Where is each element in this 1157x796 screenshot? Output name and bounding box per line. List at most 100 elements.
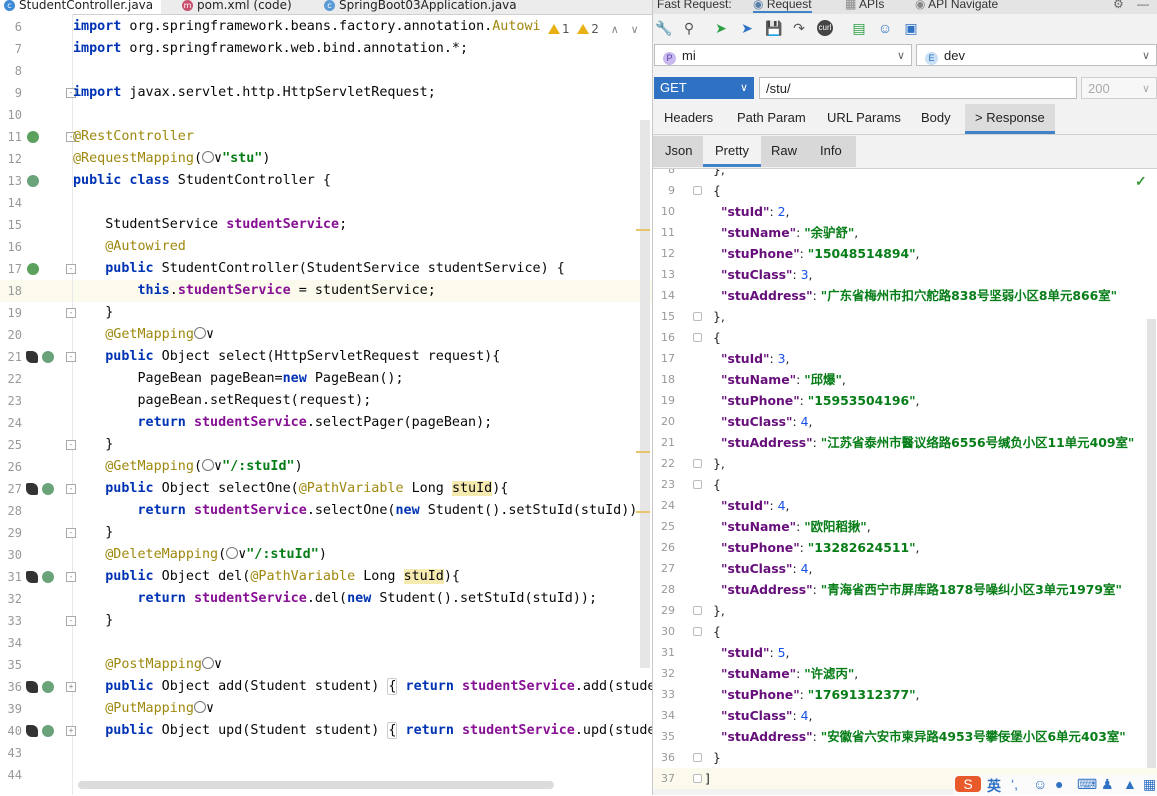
code-line[interactable]: return studentService.selectOne(new Stud… bbox=[73, 500, 652, 522]
emoji-icon[interactable]: ☺ bbox=[1033, 776, 1047, 792]
tab-response[interactable]: > Response bbox=[965, 104, 1055, 134]
code-line[interactable]: } bbox=[73, 434, 652, 456]
response-line[interactable]: 28 "stuAddress": "青海省西宁市屏库路1878号噪纠小区3单元19… bbox=[653, 579, 1157, 600]
code-line[interactable]: @PutMapping ∨ bbox=[73, 698, 652, 720]
chevron-up-icon[interactable]: ∧ bbox=[611, 23, 619, 36]
tab-path-param[interactable]: Path Param bbox=[727, 104, 816, 134]
code-line[interactable]: @PostMapping ∨ bbox=[73, 654, 652, 676]
tab-url-params[interactable]: URL Params bbox=[817, 104, 911, 134]
fold-icon[interactable] bbox=[693, 459, 702, 468]
tab-pom-xml[interactable]: m pom.xml (code) bbox=[182, 0, 292, 14]
sogou-logo-icon[interactable]: S bbox=[955, 776, 981, 792]
code-editor[interactable]: c StudentController.java m pom.xml (code) … bbox=[0, 0, 652, 795]
fold-icon[interactable] bbox=[693, 606, 702, 615]
redo-icon[interactable]: ↷ bbox=[791, 20, 807, 36]
response-line[interactable]: 36} bbox=[653, 747, 1157, 768]
shirt-icon[interactable]: ▲ bbox=[1123, 776, 1137, 792]
fold-icon[interactable] bbox=[693, 753, 702, 762]
project-select[interactable]: Pmi ∨ bbox=[654, 44, 912, 66]
code-line[interactable] bbox=[73, 192, 652, 214]
code-line[interactable]: this.studentService = studentService; bbox=[73, 280, 652, 302]
punctuation-icon[interactable]: ‘, bbox=[1011, 776, 1018, 792]
response-line[interactable]: 34 "stuClass": 4, bbox=[653, 705, 1157, 726]
code-line[interactable]: @Autowired bbox=[73, 236, 652, 258]
code-line[interactable]: import org.springframework.web.bind.anno… bbox=[73, 38, 652, 60]
microphone-icon[interactable]: ● bbox=[1055, 776, 1063, 792]
editor-vertical-scrollbar[interactable] bbox=[640, 120, 650, 668]
code-line[interactable]: public Object selectOne(@PathVariable Lo… bbox=[73, 478, 652, 500]
chevron-down-icon[interactable]: ∨ bbox=[631, 23, 639, 36]
response-line[interactable]: 33 "stuPhone": "17691312377", bbox=[653, 684, 1157, 705]
response-line[interactable]: 20 "stuClass": 4, bbox=[653, 411, 1157, 432]
inspection-widget[interactable]: 1 2 ∧ ∨ bbox=[548, 22, 639, 36]
response-line[interactable]: 24 "stuId": 4, bbox=[653, 495, 1157, 516]
keyboard-icon[interactable]: ⌨ bbox=[1077, 776, 1097, 793]
curl-icon[interactable]: curl bbox=[817, 20, 833, 36]
code-line[interactable]: } bbox=[73, 610, 652, 632]
rocket-icon[interactable] bbox=[26, 483, 38, 495]
code-line[interactable]: @GetMapping ∨ bbox=[73, 324, 652, 346]
status-select[interactable]: 200 ∨ bbox=[1081, 77, 1157, 99]
wrench-icon[interactable]: 🔧 bbox=[655, 20, 672, 36]
code-line[interactable]: @DeleteMapping(∨"/:stuId") bbox=[73, 544, 652, 566]
response-line[interactable]: 23 { bbox=[653, 474, 1157, 495]
response-line[interactable]: 11 "stuName": "余驴舒", bbox=[653, 222, 1157, 243]
fold-icon[interactable] bbox=[693, 480, 702, 489]
code-line[interactable]: public Object add(Student student) { ret… bbox=[73, 676, 652, 698]
grid-icon[interactable]: ▦ bbox=[1143, 776, 1156, 793]
response-line[interactable]: 30 { bbox=[653, 621, 1157, 642]
code-line[interactable] bbox=[73, 632, 652, 654]
response-line[interactable]: 26 "stuPhone": "13282624511", bbox=[653, 537, 1157, 558]
response-line[interactable]: 19 "stuPhone": "15953504196", bbox=[653, 390, 1157, 411]
response-line[interactable]: 29}, bbox=[653, 600, 1157, 621]
tab-student-controller[interactable]: c StudentController.java bbox=[0, 0, 162, 14]
fold-icon[interactable] bbox=[693, 774, 702, 783]
tab-springboot-application[interactable]: c SpringBoot03Application.java bbox=[324, 0, 517, 14]
response-line[interactable]: 12 "stuPhone": "15048514894", bbox=[653, 243, 1157, 264]
code-line[interactable]: StudentService studentService; bbox=[73, 214, 652, 236]
code-line[interactable] bbox=[73, 742, 652, 764]
response-line[interactable]: 14 "stuAddress": "广东省梅州市扣穴舵路838号坚弱小区8单元86… bbox=[653, 285, 1157, 306]
response-line[interactable]: 16 { bbox=[653, 327, 1157, 348]
env-select[interactable]: Edev ∨ bbox=[916, 44, 1157, 66]
method-select[interactable]: GET ∨ bbox=[654, 77, 754, 99]
save-icon[interactable]: 💾 bbox=[765, 20, 782, 36]
code-line[interactable]: public Object upd(Student student) { ret… bbox=[73, 720, 652, 742]
code-line[interactable] bbox=[73, 104, 652, 126]
fold-icon[interactable] bbox=[693, 312, 702, 321]
response-line[interactable]: 25 "stuName": "欧阳稻揪", bbox=[653, 516, 1157, 537]
code-line[interactable]: PageBean pageBean=new PageBean(); bbox=[73, 368, 652, 390]
doc-icon[interactable]: ▤ bbox=[851, 20, 867, 36]
tab-headers[interactable]: Headers bbox=[654, 104, 723, 134]
code-line[interactable]: @RestController bbox=[73, 126, 652, 148]
fold-icon[interactable] bbox=[693, 333, 702, 342]
add-user-icon[interactable]: ☺ bbox=[877, 20, 893, 36]
code-line[interactable]: import javax.servlet.http.HttpServletReq… bbox=[73, 82, 652, 104]
tab-raw[interactable]: Raw bbox=[759, 136, 809, 167]
code-line[interactable]: } bbox=[73, 302, 652, 324]
code-line[interactable]: public Object del(@PathVariable Long stu… bbox=[73, 566, 652, 588]
code-line[interactable]: return studentService.del(new Student().… bbox=[73, 588, 652, 610]
response-line[interactable]: 15}, bbox=[653, 306, 1157, 327]
gear-icon[interactable]: ⚙ bbox=[1113, 0, 1124, 11]
send-debug-icon[interactable]: ➤ bbox=[739, 20, 755, 36]
minimize-icon[interactable]: — bbox=[1137, 0, 1149, 11]
send-icon[interactable]: ➤ bbox=[713, 20, 729, 36]
tab-request[interactable]: ◉ Request bbox=[753, 0, 812, 13]
spring-globe-icon[interactable] bbox=[27, 175, 39, 187]
tab-apis[interactable]: ▦ APIs bbox=[845, 0, 884, 11]
code-line[interactable]: public StudentController(StudentService … bbox=[73, 258, 652, 280]
rocket-icon[interactable] bbox=[26, 681, 38, 693]
response-line[interactable]: 13 "stuClass": 3, bbox=[653, 264, 1157, 285]
code-line[interactable]: return studentService.selectPager(pageBe… bbox=[73, 412, 652, 434]
rocket-icon[interactable] bbox=[26, 571, 38, 583]
url-input[interactable]: /stu/ bbox=[759, 77, 1077, 99]
gift-icon[interactable]: ▣ bbox=[903, 20, 919, 36]
fold-icon[interactable] bbox=[693, 627, 702, 636]
code-area[interactable]: import org.springframework.beans.factory… bbox=[73, 14, 652, 795]
rocket-icon[interactable] bbox=[26, 725, 38, 737]
tab-json[interactable]: Json bbox=[653, 136, 704, 167]
tab-pretty[interactable]: Pretty bbox=[703, 136, 761, 167]
response-line[interactable]: 17 "stuId": 3, bbox=[653, 348, 1157, 369]
request-mapping-icon[interactable] bbox=[42, 483, 54, 495]
